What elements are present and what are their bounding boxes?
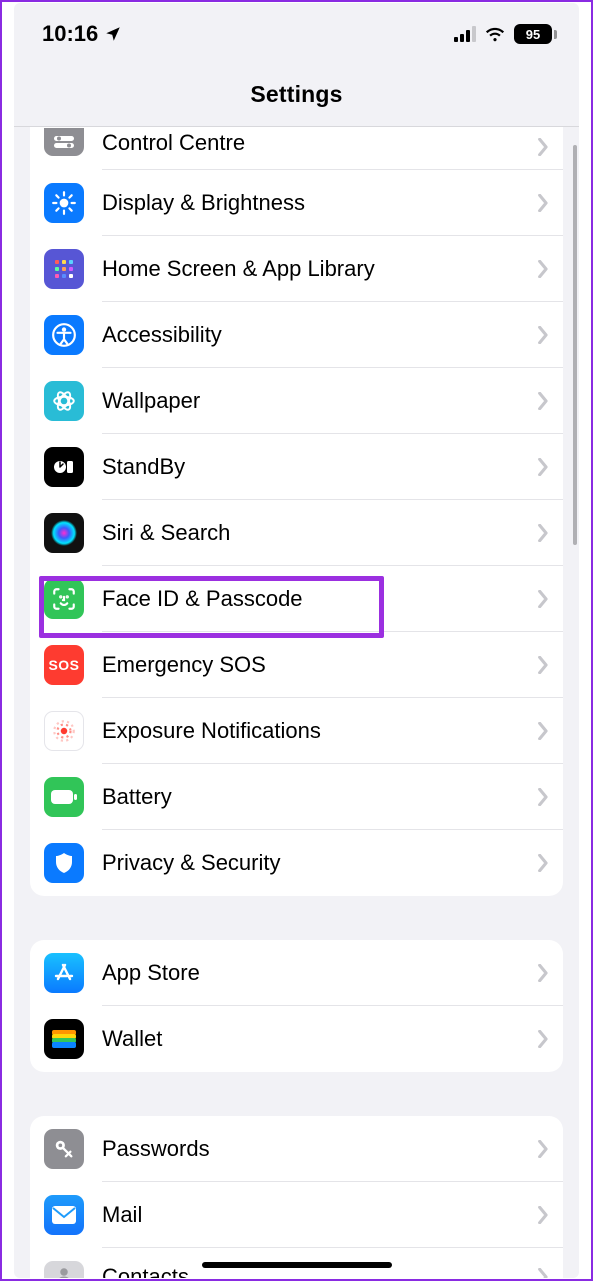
chevron-right-icon (538, 194, 549, 212)
status-bar: 10:16 95 (14, 3, 579, 57)
row-label: Control Centre (84, 130, 538, 156)
settings-row-accessibility[interactable]: Accessibility (30, 302, 563, 368)
chevron-right-icon (538, 1030, 549, 1048)
row-label: Emergency SOS (84, 652, 538, 678)
row-label: App Store (84, 960, 538, 986)
chevron-right-icon (538, 656, 549, 674)
settings-row-display[interactable]: Display & Brightness (30, 170, 563, 236)
settings-row-face-id[interactable]: Face ID & Passcode (30, 566, 563, 632)
settings-list[interactable]: Control Centre Display & Brightness (14, 127, 579, 1278)
chevron-right-icon (538, 964, 549, 982)
settings-group-accounts: Passwords Mail Contacts (30, 1116, 563, 1278)
settings-row-control-centre[interactable]: Control Centre (30, 127, 563, 170)
settings-group-general: Control Centre Display & Brightness (30, 127, 563, 896)
control-centre-icon (44, 128, 84, 156)
contacts-icon (44, 1261, 84, 1278)
siri-icon (44, 513, 84, 553)
settings-row-passwords[interactable]: Passwords (30, 1116, 563, 1182)
sos-icon: SOS (44, 645, 84, 685)
settings-row-wallet[interactable]: Wallet (30, 1006, 563, 1072)
location-arrow-icon (104, 25, 122, 43)
home-indicator[interactable] (202, 1262, 392, 1268)
app-store-icon (44, 953, 84, 993)
chevron-right-icon (538, 1140, 549, 1158)
passwords-icon (44, 1129, 84, 1169)
settings-row-home-screen[interactable]: Home Screen & App Library (30, 236, 563, 302)
row-label: Privacy & Security (84, 850, 538, 876)
exposure-notifications-icon (44, 711, 84, 751)
settings-row-battery[interactable]: Battery (30, 764, 563, 830)
phone-frame: 10:16 95 Settings (14, 3, 579, 1278)
row-label: Display & Brightness (84, 190, 538, 216)
battery-indicator: 95 (514, 24, 557, 44)
battery-level: 95 (514, 24, 552, 44)
row-label: Passwords (84, 1136, 538, 1162)
row-label: Home Screen & App Library (84, 256, 538, 282)
cellular-signal-icon (454, 26, 476, 42)
settings-row-app-store[interactable]: App Store (30, 940, 563, 1006)
chevron-right-icon (538, 260, 549, 278)
chevron-right-icon (538, 458, 549, 476)
standby-icon (44, 447, 84, 487)
chevron-right-icon (538, 138, 549, 156)
settings-row-privacy[interactable]: Privacy & Security (30, 830, 563, 896)
chevron-right-icon (538, 1206, 549, 1224)
chevron-right-icon (538, 722, 549, 740)
accessibility-icon (44, 315, 84, 355)
settings-row-exposure[interactable]: Exposure Notifications (30, 698, 563, 764)
row-label: Siri & Search (84, 520, 538, 546)
page-title: Settings (14, 57, 579, 126)
mail-icon (44, 1195, 84, 1235)
settings-row-standby[interactable]: StandBy (30, 434, 563, 500)
chevron-right-icon (538, 392, 549, 410)
home-screen-icon (44, 249, 84, 289)
row-label: Face ID & Passcode (84, 586, 538, 612)
settings-row-wallpaper[interactable]: Wallpaper (30, 368, 563, 434)
wallet-icon (44, 1019, 84, 1059)
row-label: Accessibility (84, 322, 538, 348)
status-time: 10:16 (42, 21, 98, 47)
wallpaper-icon (44, 381, 84, 421)
privacy-security-icon (44, 843, 84, 883)
chevron-right-icon (538, 326, 549, 344)
row-label: Wallet (84, 1026, 538, 1052)
row-label: StandBy (84, 454, 538, 480)
settings-group-store: App Store Wallet (30, 940, 563, 1072)
row-label: Wallpaper (84, 388, 538, 414)
face-id-icon (44, 579, 84, 619)
chevron-right-icon (538, 524, 549, 542)
chevron-right-icon (538, 1268, 549, 1279)
chevron-right-icon (538, 854, 549, 872)
wifi-icon (484, 23, 506, 45)
scroll-indicator[interactable] (573, 145, 577, 545)
chevron-right-icon (538, 590, 549, 608)
display-brightness-icon (44, 183, 84, 223)
row-label: Exposure Notifications (84, 718, 538, 744)
battery-icon (44, 777, 84, 817)
chevron-right-icon (538, 788, 549, 806)
settings-row-siri[interactable]: Siri & Search (30, 500, 563, 566)
settings-row-sos[interactable]: SOS Emergency SOS (30, 632, 563, 698)
settings-row-mail[interactable]: Mail (30, 1182, 563, 1248)
row-label: Battery (84, 784, 538, 810)
row-label: Mail (84, 1202, 538, 1228)
